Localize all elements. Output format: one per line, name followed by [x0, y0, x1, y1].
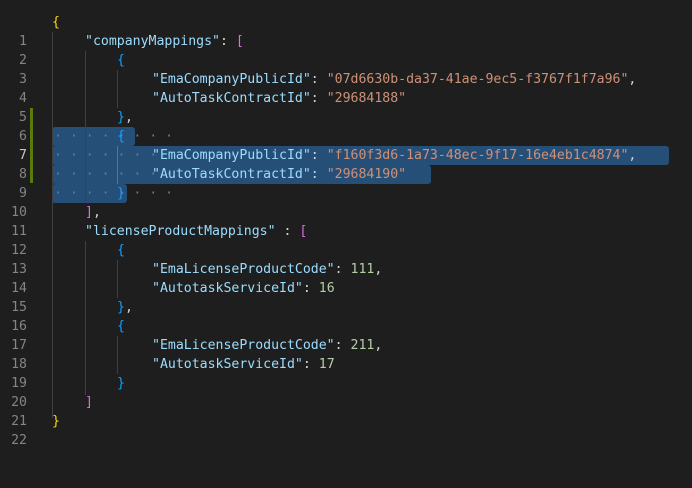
code-line[interactable]: 1 {	[0, 13, 692, 49]
code-line[interactable]: 21 ]	[0, 393, 692, 429]
code-line[interactable]: 16 },	[0, 298, 692, 334]
object-open-brace: {	[117, 243, 125, 258]
root-open-brace: {	[52, 15, 60, 30]
json-number-value: 17	[318, 357, 335, 372]
code-editor[interactable]: · · · · · · · · · · · · · · · · · · · · …	[0, 0, 692, 448]
object-open-brace: {	[117, 319, 125, 334]
json-string-value: "f160f3d6-1a73-48ec-9f17-16e4eb1c4874"	[326, 148, 629, 163]
code-line[interactable]: 15 "AutotaskServiceId": 16	[0, 279, 692, 315]
json-key: "EmaCompanyPublicId"	[152, 72, 311, 87]
code-line[interactable]: 8 "EmaCompanyPublicId": "f160f3d6-1a73-4…	[0, 146, 692, 182]
root-close-brace: }	[52, 414, 60, 429]
json-key: "AutotaskServiceId"	[152, 357, 303, 372]
code-line[interactable]: 6 },	[0, 108, 692, 144]
code-line[interactable]: 13 {	[0, 241, 692, 277]
code-line[interactable]: 3 {	[0, 51, 692, 87]
array-open-bracket: [	[235, 34, 244, 49]
json-string-value: "07d6630b-da37-41ae-9ec5-f3767f1f7a96"	[326, 72, 629, 87]
array-close-bracket: ]	[85, 205, 93, 220]
code-line[interactable]: 12 "licenseProductMappings" : [	[0, 222, 692, 258]
json-key: "EmaLicenseProductCode"	[152, 262, 335, 277]
object-open-brace: {	[117, 53, 125, 68]
json-string-value: "29684188"	[326, 91, 407, 106]
code-line[interactable]: 18 "EmaLicenseProductCode": 211,	[0, 336, 692, 372]
object-close-brace: }	[117, 186, 125, 201]
array-open-bracket: [	[299, 224, 308, 239]
code-line[interactable]: 17 {	[0, 317, 692, 353]
json-key: "AutoTaskContractId"	[152, 167, 311, 182]
code-line[interactable]: 4 "EmaCompanyPublicId": "07d6630b-da37-4…	[0, 70, 692, 106]
json-key: "EmaLicenseProductCode"	[152, 338, 335, 353]
code-line[interactable]: 10 }	[0, 184, 692, 220]
json-key: "licenseProductMappings"	[85, 224, 276, 239]
array-close-bracket: ]	[85, 395, 93, 410]
object-close-brace: }	[117, 110, 125, 125]
json-number-value: 211	[350, 338, 375, 353]
object-close-brace: }	[117, 376, 125, 391]
code-line[interactable]: 14 "EmaLicenseProductCode": 111,	[0, 260, 692, 296]
code-line-active[interactable]: 7 {	[0, 127, 692, 163]
object-open-brace: {	[117, 129, 125, 144]
object-close-brace: }	[117, 300, 125, 315]
code-line[interactable]: 11 ],	[0, 203, 692, 239]
json-key: "EmaCompanyPublicId"	[152, 148, 311, 163]
json-number-value: 16	[318, 281, 335, 296]
code-line[interactable]: 19 "AutotaskServiceId": 17	[0, 355, 692, 391]
json-key: "AutoTaskContractId"	[152, 91, 311, 106]
json-key: "companyMappings"	[85, 34, 220, 49]
code-line[interactable]: 5 "AutoTaskContractId": "29684188"	[0, 89, 692, 125]
code-line[interactable]: 20 }	[0, 374, 692, 410]
code-line[interactable]: 22 }	[0, 412, 692, 448]
code-line[interactable]: 2 "companyMappings": [	[0, 32, 692, 68]
json-number-value: 111	[350, 262, 375, 277]
json-key: "AutotaskServiceId"	[152, 281, 303, 296]
json-string-value: "29684190"	[326, 167, 407, 182]
code-line[interactable]: 9 "AutoTaskContractId": "29684190"	[0, 165, 692, 201]
